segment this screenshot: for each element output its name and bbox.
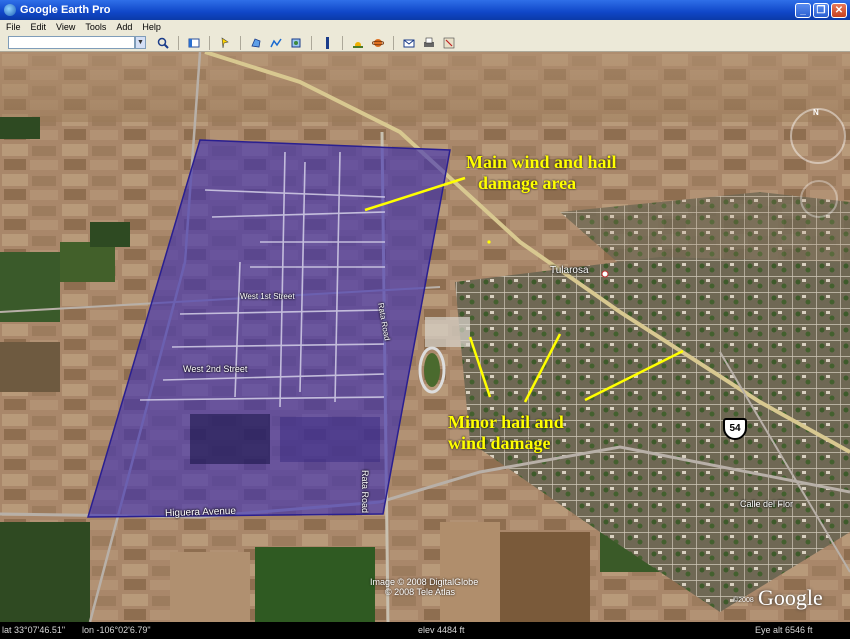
email-icon[interactable] — [402, 36, 416, 50]
teleatlas-credit: © 2008 Tele Atlas — [385, 587, 456, 597]
toolbar-separator — [209, 35, 210, 50]
title-bar[interactable]: Google Earth Pro _ ❐ ✕ — [0, 0, 850, 20]
earth-map-view[interactable]: Main wind and hail damage area Minor hai… — [0, 52, 850, 622]
placemark-icon[interactable] — [218, 36, 232, 50]
print-icon[interactable] — [422, 36, 436, 50]
window-controls: _ ❐ ✕ — [795, 2, 847, 18]
look-joystick-icon[interactable] — [800, 180, 838, 218]
toolbar: ▼ — [0, 34, 850, 52]
main-annotation-line1: Main wind and hail — [466, 152, 617, 172]
path-icon[interactable] — [269, 36, 283, 50]
longitude-readout: lon -106°02'6.79" — [82, 625, 151, 635]
polygon-icon[interactable] — [249, 36, 263, 50]
search-dropdown-button[interactable]: ▼ — [135, 36, 146, 49]
eye-altitude-readout: Eye alt 6546 ft — [755, 625, 813, 635]
street-label-rata-road-bottom: Rata Road — [360, 470, 370, 514]
menu-add[interactable]: Add — [116, 22, 132, 32]
town-label-tularosa[interactable]: Tularosa — [550, 265, 589, 276]
menu-edit[interactable]: Edit — [31, 22, 47, 32]
elevation-readout: elev 4484 ft — [418, 625, 465, 635]
image-credit: Image © 2008 DigitalGlobe — [370, 577, 479, 587]
overlay-icon[interactable] — [289, 36, 303, 50]
menu-tools[interactable]: Tools — [85, 22, 106, 32]
street-label-west-2nd: West 2nd Street — [183, 364, 248, 374]
toolbar-separator — [393, 35, 394, 50]
planets-icon[interactable] — [371, 36, 385, 50]
satellite-imagery — [0, 52, 850, 622]
google-earth-window: Google Earth Pro _ ❐ ✕ File Edit View To… — [0, 0, 850, 639]
minor-damage-annotation: Minor hail and wind damage — [448, 412, 564, 454]
minimize-button[interactable]: _ — [795, 2, 811, 18]
google-logo: Google — [758, 585, 823, 610]
ruler-icon[interactable] — [320, 36, 334, 50]
restore-button[interactable]: ❐ — [813, 2, 829, 18]
menu-file[interactable]: File — [6, 22, 21, 32]
search-icon[interactable] — [156, 36, 170, 50]
toolbar-separator — [178, 35, 179, 50]
toolbar-separator — [240, 35, 241, 50]
maps-icon[interactable] — [442, 36, 456, 50]
search-input[interactable] — [8, 36, 135, 49]
toolbar-separator — [311, 35, 312, 50]
sidebar-icon[interactable] — [187, 36, 201, 50]
status-bar: lat 33°07'46.51" lon -106°02'6.79" elev … — [0, 622, 850, 639]
minor-annotation-line2: wind damage — [448, 433, 551, 453]
copyright-year: ©2008 — [733, 597, 754, 604]
latitude-readout: lat 33°07'46.51" — [2, 625, 66, 635]
street-label-calle-del-flor: Calle del Flor — [740, 499, 794, 509]
google-earth-icon — [4, 4, 16, 16]
main-annotation-line2: damage area — [478, 173, 577, 193]
main-damage-annotation: Main wind and hail damage area — [466, 152, 617, 194]
sun-icon[interactable] — [351, 36, 365, 50]
menu-help[interactable]: Help — [142, 22, 161, 32]
north-indicator-icon[interactable]: N — [813, 108, 819, 117]
window-title: Google Earth Pro — [20, 4, 111, 16]
toolbar-separator — [342, 35, 343, 50]
street-label-west-1st: West 1st Street — [240, 292, 295, 301]
menu-bar: File Edit View Tools Add Help — [0, 20, 850, 34]
close-button[interactable]: ✕ — [831, 2, 847, 18]
minor-annotation-line1: Minor hail and — [448, 412, 564, 432]
menu-view[interactable]: View — [56, 22, 75, 32]
